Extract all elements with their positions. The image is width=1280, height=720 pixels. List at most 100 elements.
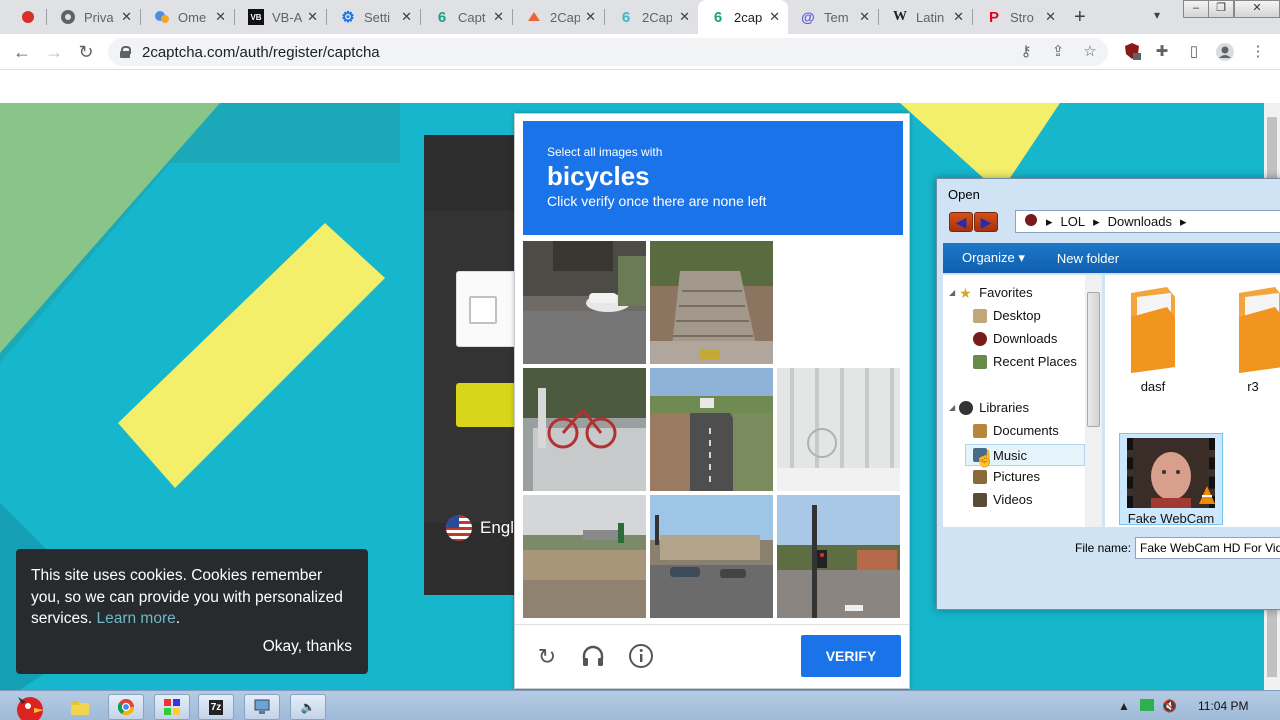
close-icon[interactable]: ✕ — [679, 9, 690, 25]
dialog-back-arrow-icon[interactable]: ◀ — [949, 212, 973, 232]
close-icon[interactable]: ✕ — [953, 9, 964, 25]
tray-volume-muted-icon[interactable]: 🔇 — [1162, 699, 1177, 713]
side-panel-icon[interactable]: ▯ — [1184, 42, 1204, 62]
captcha-tile-empty[interactable] — [777, 241, 900, 364]
extension-ublock-icon[interactable] — [1122, 42, 1142, 62]
tree-item-pictures[interactable]: Pictures — [973, 469, 1040, 484]
share-icon[interactable]: ⇪ — [1048, 42, 1068, 62]
explorer-icon[interactable] — [62, 694, 98, 720]
tab-6[interactable]: 2Cap ✕ — [514, 0, 604, 34]
window-close-button[interactable]: ✕ — [1234, 0, 1280, 18]
profile-avatar-icon[interactable] — [1215, 42, 1235, 62]
filename-input[interactable]: Fake WebCam HD For Video — [1135, 537, 1280, 559]
documents-icon — [973, 423, 987, 438]
back-arrow-icon[interactable]: ← — [10, 40, 34, 64]
close-icon[interactable]: ✕ — [859, 9, 870, 25]
close-icon[interactable]: ✕ — [401, 9, 412, 25]
tab-recording[interactable] — [8, 0, 46, 34]
folder-icon[interactable] — [1235, 287, 1280, 377]
recaptcha-checkbox-card — [456, 271, 520, 347]
minimize-button[interactable]: – — [1183, 0, 1209, 18]
wikipedia-icon: W — [893, 9, 907, 24]
cookie-message: This site uses cookies. Cookies remember… — [31, 567, 343, 627]
tree-item-recent-places[interactable]: Recent Places — [973, 354, 1077, 369]
captcha-tile[interactable] — [650, 241, 773, 364]
address-bar[interactable]: 2captcha.com/auth/register/captcha — [108, 38, 1108, 66]
language-selector[interactable]: Engli — [446, 515, 518, 541]
tab-4[interactable]: ⚙ Setti ✕ — [328, 0, 420, 34]
path-segment[interactable]: LOL — [1061, 214, 1086, 229]
learn-more-link[interactable]: Learn more — [96, 610, 175, 627]
register-button[interactable] — [456, 383, 520, 427]
us-flag-icon — [446, 515, 472, 541]
close-icon[interactable]: ✕ — [493, 9, 504, 25]
tab-5[interactable]: 6 Capt ✕ — [422, 0, 512, 34]
captcha-tile[interactable] — [523, 495, 646, 618]
network-icon[interactable] — [244, 694, 280, 720]
tree-item-videos[interactable]: Videos — [973, 492, 1033, 507]
new-folder-button[interactable]: New folder — [1057, 251, 1119, 266]
tab-8-active[interactable]: 6 2cap ✕ — [698, 0, 788, 34]
close-icon[interactable]: ✕ — [307, 9, 318, 25]
dialog-address-bar[interactable]: ▸ LOL ▸ Downloads ▸ — [1015, 210, 1280, 233]
tree-favorites[interactable]: ◢ ★ Favorites — [949, 285, 1033, 300]
file-label[interactable]: r3 — [1235, 379, 1271, 394]
tree-scrollbar-thumb[interactable] — [1087, 292, 1100, 427]
close-icon[interactable]: ✕ — [1045, 9, 1056, 25]
tree-item-downloads[interactable]: Downloads — [973, 331, 1057, 346]
dialog-forward-arrow-icon[interactable]: ▶ — [974, 212, 998, 232]
captcha-tile[interactable] — [650, 368, 773, 491]
file-label[interactable]: dasf — [1127, 379, 1179, 394]
recaptcha-checkbox[interactable] — [469, 296, 497, 324]
tab-10[interactable]: W Latin ✕ — [880, 0, 972, 34]
close-icon[interactable]: ✕ — [769, 9, 780, 25]
start-button-angry-bird-icon[interactable] — [4, 694, 52, 720]
restore-button[interactable]: ❐ — [1208, 0, 1234, 18]
captcha-tile[interactable] — [523, 241, 646, 364]
reload-icon[interactable]: ↻ — [74, 40, 98, 64]
captcha-tile[interactable] — [650, 495, 773, 618]
chrome-icon[interactable] — [108, 694, 144, 720]
path-segment[interactable]: Downloads — [1108, 214, 1172, 229]
7zip-icon[interactable]: 7z — [198, 694, 234, 720]
captcha-tile[interactable] — [777, 368, 900, 491]
tab-3[interactable]: VB VB-A ✕ — [236, 0, 326, 34]
close-icon[interactable]: ✕ — [121, 9, 132, 25]
recent-places-icon — [973, 354, 987, 369]
cookie-ok-button[interactable]: Okay, thanks — [263, 638, 352, 656]
taskbar-clock[interactable]: 11:04 PM — [1198, 699, 1248, 713]
menu-kebab-icon[interactable]: ⋮ — [1248, 42, 1268, 62]
tray-expand-icon[interactable]: ▲ — [1118, 699, 1130, 713]
tree-libraries[interactable]: ◢ Libraries — [949, 400, 1029, 415]
folder-icon[interactable] — [1127, 287, 1179, 377]
tab-search-chevron-icon[interactable]: ▾ — [1154, 8, 1160, 22]
volume-icon[interactable]: 🔈 — [290, 694, 326, 720]
tree-item-desktop[interactable]: Desktop — [973, 308, 1041, 323]
rainmeter-icon[interactable] — [154, 694, 190, 720]
close-icon[interactable]: ✕ — [215, 9, 226, 25]
audio-challenge-headphones-icon[interactable] — [579, 643, 607, 671]
tree-scrollbar[interactable] — [1085, 275, 1102, 527]
tab-2[interactable]: Ome ✕ — [142, 0, 234, 34]
star-icon[interactable]: ☆ — [1080, 42, 1100, 62]
new-tab-button[interactable]: + — [1074, 6, 1086, 29]
puzzle-extensions-icon[interactable]: ✚ — [1152, 42, 1172, 62]
close-icon[interactable]: ✕ — [585, 9, 596, 25]
verify-button[interactable]: VERIFY — [801, 635, 901, 677]
tab-9[interactable]: @ Tem ✕ — [788, 0, 878, 34]
forward-arrow-icon[interactable]: → — [42, 40, 66, 64]
tab-11[interactable]: P Stro ✕ — [974, 0, 1064, 34]
tab-7[interactable]: 6 2Cap ✕ — [606, 0, 698, 34]
url-text[interactable]: 2captcha.com/auth/register/captcha — [142, 44, 380, 61]
tab-1[interactable]: Priva ✕ — [48, 0, 140, 34]
tray-green-icon[interactable] — [1140, 699, 1154, 714]
captcha-tile[interactable] — [523, 368, 646, 491]
captcha-tile[interactable] — [777, 495, 900, 618]
reload-challenge-icon[interactable]: ↻ — [533, 643, 561, 671]
tree-item-documents[interactable]: Documents — [973, 423, 1059, 438]
selected-video-file[interactable]: Fake WebCam — [1119, 433, 1223, 526]
filename-label: File name: — [1075, 541, 1132, 555]
organize-button[interactable]: Organize ▾ — [962, 250, 1025, 266]
key-icon[interactable]: ⚷ — [1016, 42, 1036, 62]
info-icon[interactable] — [627, 643, 655, 671]
